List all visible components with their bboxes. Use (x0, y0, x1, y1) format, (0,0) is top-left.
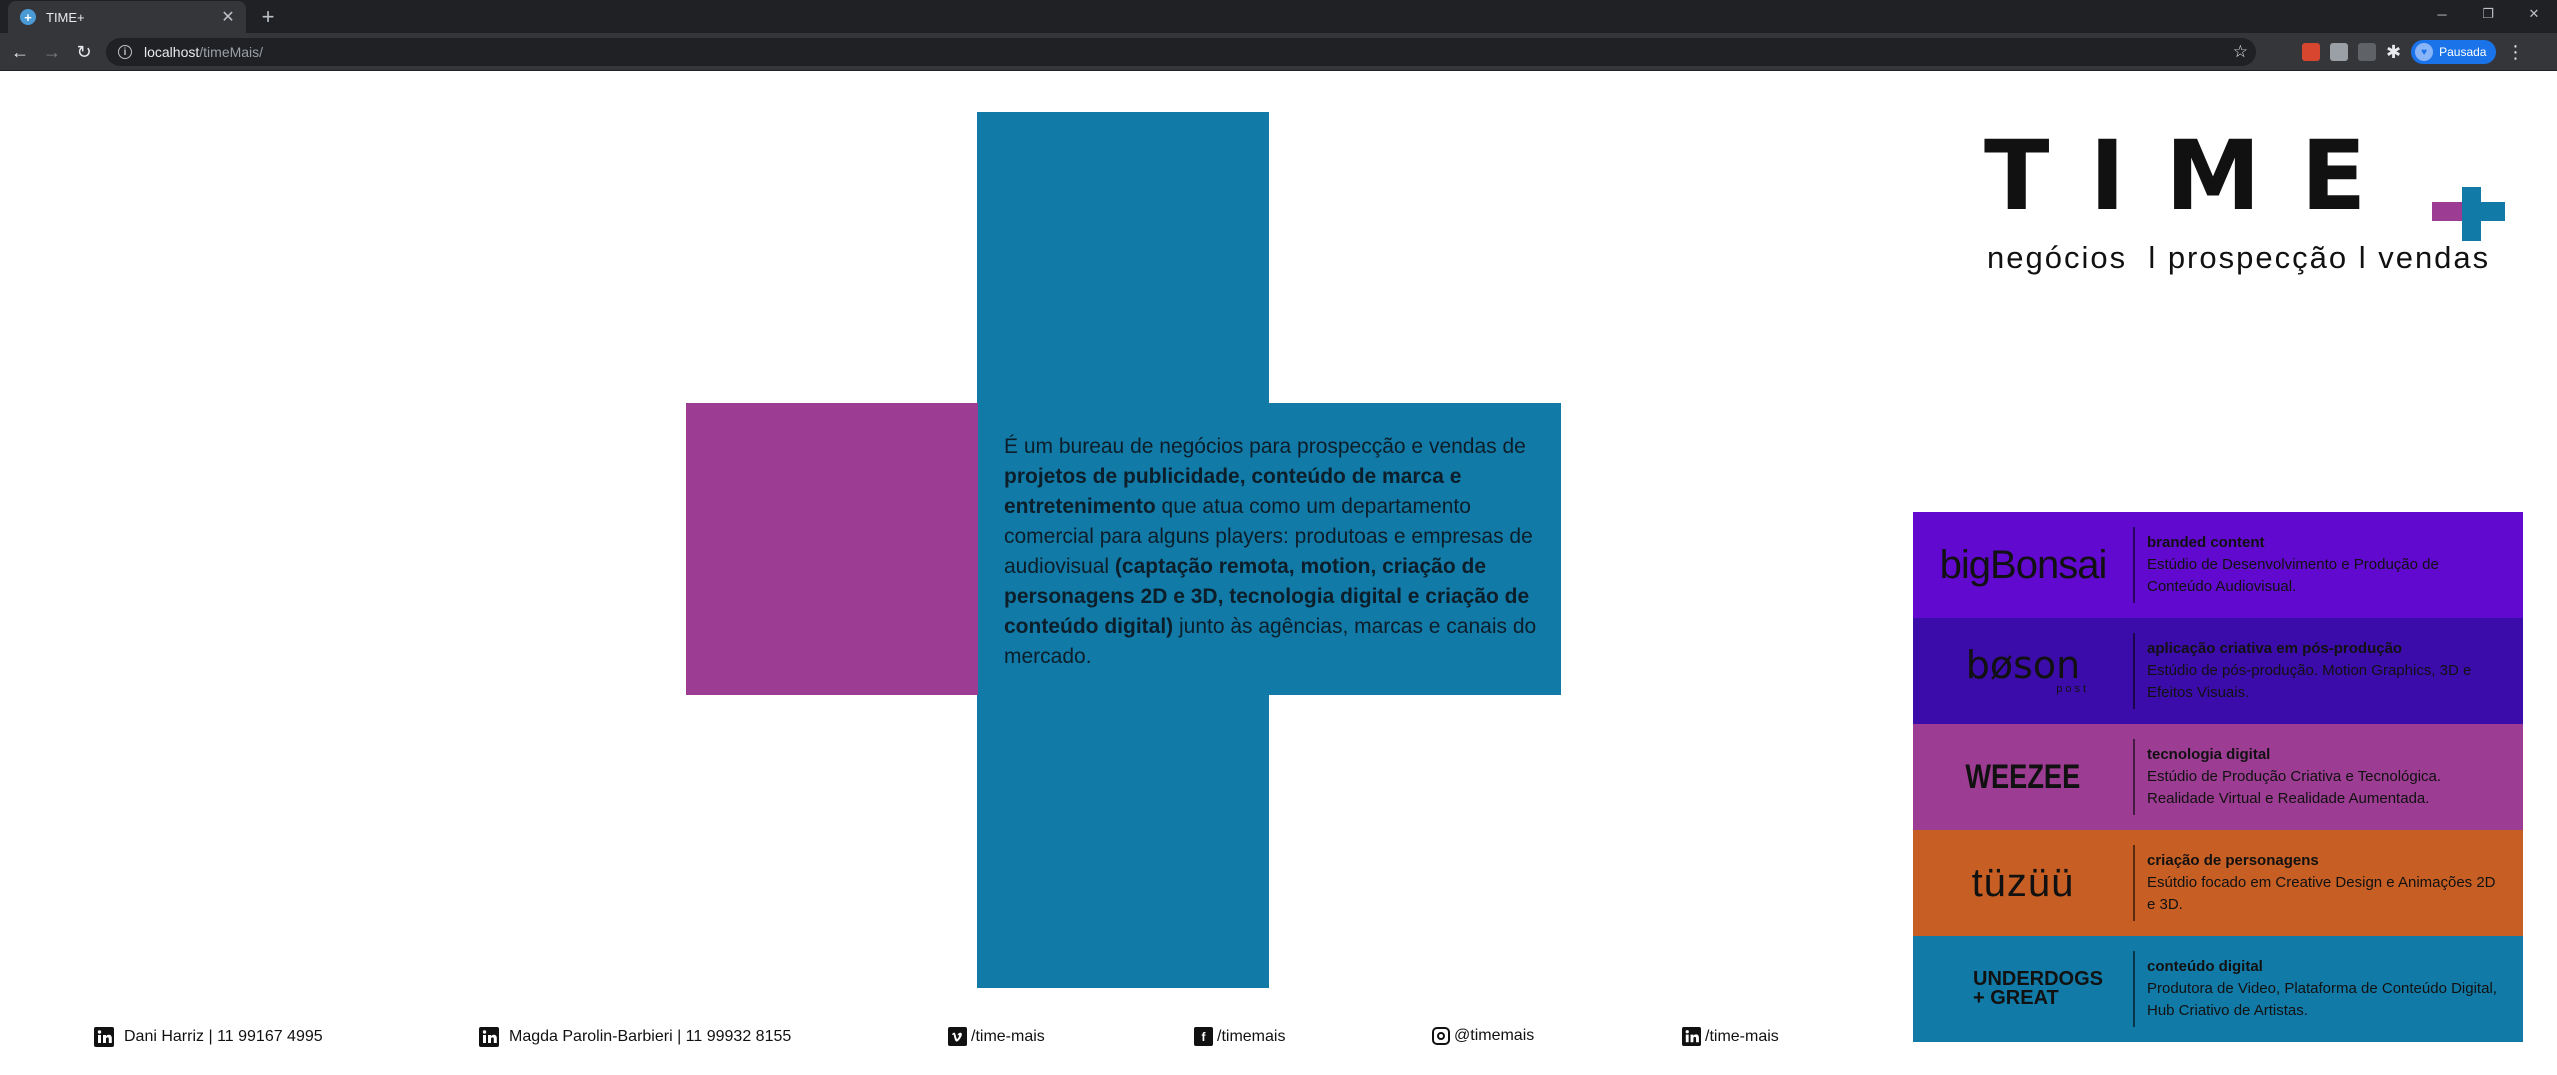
url-path: /timeMais/ (199, 44, 264, 60)
partner-description: Produtora de Video, Plataforma de Conteú… (2147, 980, 2497, 1019)
contact-magda-text: Magda Parolin-Barbieri | 11 99932 8155 (509, 1028, 792, 1045)
profile-button[interactable]: ♥ Pausada (2411, 40, 2497, 64)
weezee-logo-text: WEEZEE (1965, 757, 2081, 796)
linkedin-icon (479, 1027, 499, 1047)
close-window-icon[interactable]: ✕ (2511, 0, 2557, 28)
partner-category: tecnologia digital (2147, 746, 2271, 763)
facebook-link[interactable]: f /timemais (1194, 1027, 1285, 1046)
linkedin-icon (1682, 1027, 1701, 1046)
contact-dani[interactable]: Dani Harriz | 11 99167 4995 (94, 1027, 323, 1047)
profile-label: Pausada (2439, 45, 2487, 59)
logo-wordmark: TIME (1984, 120, 2407, 232)
partner-category: branded content (2147, 534, 2265, 551)
facebook-icon: f (1194, 1027, 1213, 1046)
address-bar[interactable]: i localhost/timeMais/ ☆ (106, 38, 2256, 66)
puzzle-extensions-icon[interactable]: ✱ (2386, 42, 2401, 63)
new-tab-icon[interactable]: + (256, 4, 280, 29)
linkedin-company-link[interactable]: /time-mais (1682, 1027, 1779, 1046)
tuzuu-logo: tüzüü (1971, 860, 2075, 905)
back-icon[interactable]: ← (8, 40, 32, 64)
forward-icon[interactable]: → (40, 40, 64, 64)
extensions-area: ✱ ♥ Pausada ⋮ (2302, 38, 2524, 66)
partner-info: criação de personagens Esútdio focado em… (2147, 850, 2523, 916)
partner-description: Esútdio focado em Creative Design e Anim… (2147, 874, 2496, 913)
partner-category: conteúdo digital (2147, 958, 2263, 975)
partner-bigbonsai[interactable]: bigBonsai branded content Estúdio de Des… (1913, 512, 2523, 618)
instagram-icon (1432, 1027, 1450, 1045)
weezee-logo: WEEZEE (1913, 758, 2133, 797)
time-plus-logo: TIME (1984, 120, 2505, 248)
partner-category: aplicação criativa em pós-produção (2147, 640, 2403, 657)
minimize-icon[interactable]: ─ (2419, 0, 2465, 28)
site-info-icon[interactable]: i (118, 45, 132, 59)
partner-description: Estúdio de Produção Criativa e Tecnológi… (2147, 768, 2442, 807)
bookmark-star-icon[interactable]: ☆ (2233, 42, 2248, 62)
facebook-handle: /timemais (1217, 1027, 1286, 1045)
vimeo-handle: /time-mais (971, 1027, 1045, 1045)
browser-tab-bar: + TIME+ ✕ + ─ ❐ ✕ (0, 0, 2557, 33)
vimeo-icon (948, 1027, 967, 1046)
divider (2133, 951, 2135, 1027)
extension-icon[interactable] (2302, 43, 2320, 61)
window-controls: ─ ❐ ✕ (2419, 0, 2557, 33)
cross-left-arm (686, 403, 978, 695)
brand-tagline: negócios l prospecção l vendas (1987, 240, 2491, 275)
partner-category: criação de personagens (2147, 852, 2319, 869)
underdogs-logo: UNDERDOGS + GREAT (1913, 969, 2133, 1009)
description-text: É um bureau de negócios para prospecção … (1004, 435, 1526, 458)
tab-title: TIME+ (46, 9, 85, 25)
logo-plus-horizontal (2462, 202, 2505, 221)
partner-description: Estúdio de Desenvolvimento e Produção de… (2147, 556, 2439, 595)
page-content: É um bureau de negócios para prospecção … (0, 72, 2557, 1075)
about-description: É um bureau de negócios para prospecção … (1004, 432, 1539, 672)
linkedin-icon (94, 1027, 114, 1047)
underdogs-logo-line2: + GREAT (1973, 987, 2059, 1009)
divider (2133, 633, 2135, 709)
partner-boson[interactable]: bøson post aplicação criativa em pós-pro… (1913, 618, 2523, 724)
extension-icon[interactable] (2330, 43, 2348, 61)
partner-list: bigBonsai branded content Estúdio de Des… (1913, 512, 2523, 1042)
close-tab-icon[interactable]: ✕ (218, 7, 238, 27)
browser-tab[interactable]: + TIME+ ✕ (8, 1, 246, 33)
partner-weezee[interactable]: WEEZEE tecnologia digital Estúdio de Pro… (1913, 724, 2523, 830)
divider (2133, 527, 2135, 603)
vimeo-link[interactable]: /time-mais (948, 1027, 1045, 1046)
instagram-handle: @timemais (1454, 1027, 1535, 1044)
bigbonsai-logo: bigBonsai (1939, 542, 2108, 587)
avatar: ♥ (2415, 43, 2434, 61)
divider (2133, 739, 2135, 815)
url-host: localhost (144, 44, 200, 60)
partner-underdogs-great[interactable]: UNDERDOGS + GREAT conteúdo digital Produ… (1913, 936, 2523, 1042)
partner-info: aplicação criativa em pós-produção Estúd… (2147, 638, 2523, 704)
contact-magda[interactable]: Magda Parolin-Barbieri | 11 99932 8155 (479, 1027, 791, 1047)
linkedin-handle: /time-mais (1705, 1027, 1779, 1045)
reload-icon[interactable]: ↻ (72, 40, 96, 64)
browser-toolbar: ← → ↻ i localhost/timeMais/ ☆ ✱ ♥ Pausad… (0, 33, 2557, 71)
boson-logo-text: bøson (1965, 642, 2081, 687)
partner-info: tecnologia digital Estúdio de Produção C… (2147, 744, 2523, 810)
boson-logo: bøson post (1913, 646, 2133, 695)
partner-info: branded content Estúdio de Desenvolvimen… (2147, 532, 2523, 598)
instagram-link[interactable]: @timemais (1432, 1027, 1534, 1045)
logo-plus-magenta (2432, 202, 2462, 221)
partner-info: conteúdo digital Produtora de Video, Pla… (2147, 956, 2523, 1022)
partner-tuzuu[interactable]: tüzüü criação de personagens Esútdio foc… (1913, 830, 2523, 936)
kebab-menu-icon[interactable]: ⋮ (2506, 42, 2524, 63)
divider (2133, 845, 2135, 921)
extension-icon[interactable] (2358, 43, 2376, 61)
restore-icon[interactable]: ❐ (2465, 0, 2511, 28)
partner-description: Estúdio de pós-produção. Motion Graphics… (2147, 662, 2472, 701)
contact-dani-text: Dani Harriz | 11 99167 4995 (124, 1028, 323, 1045)
favicon-plus-icon: + (20, 9, 36, 25)
